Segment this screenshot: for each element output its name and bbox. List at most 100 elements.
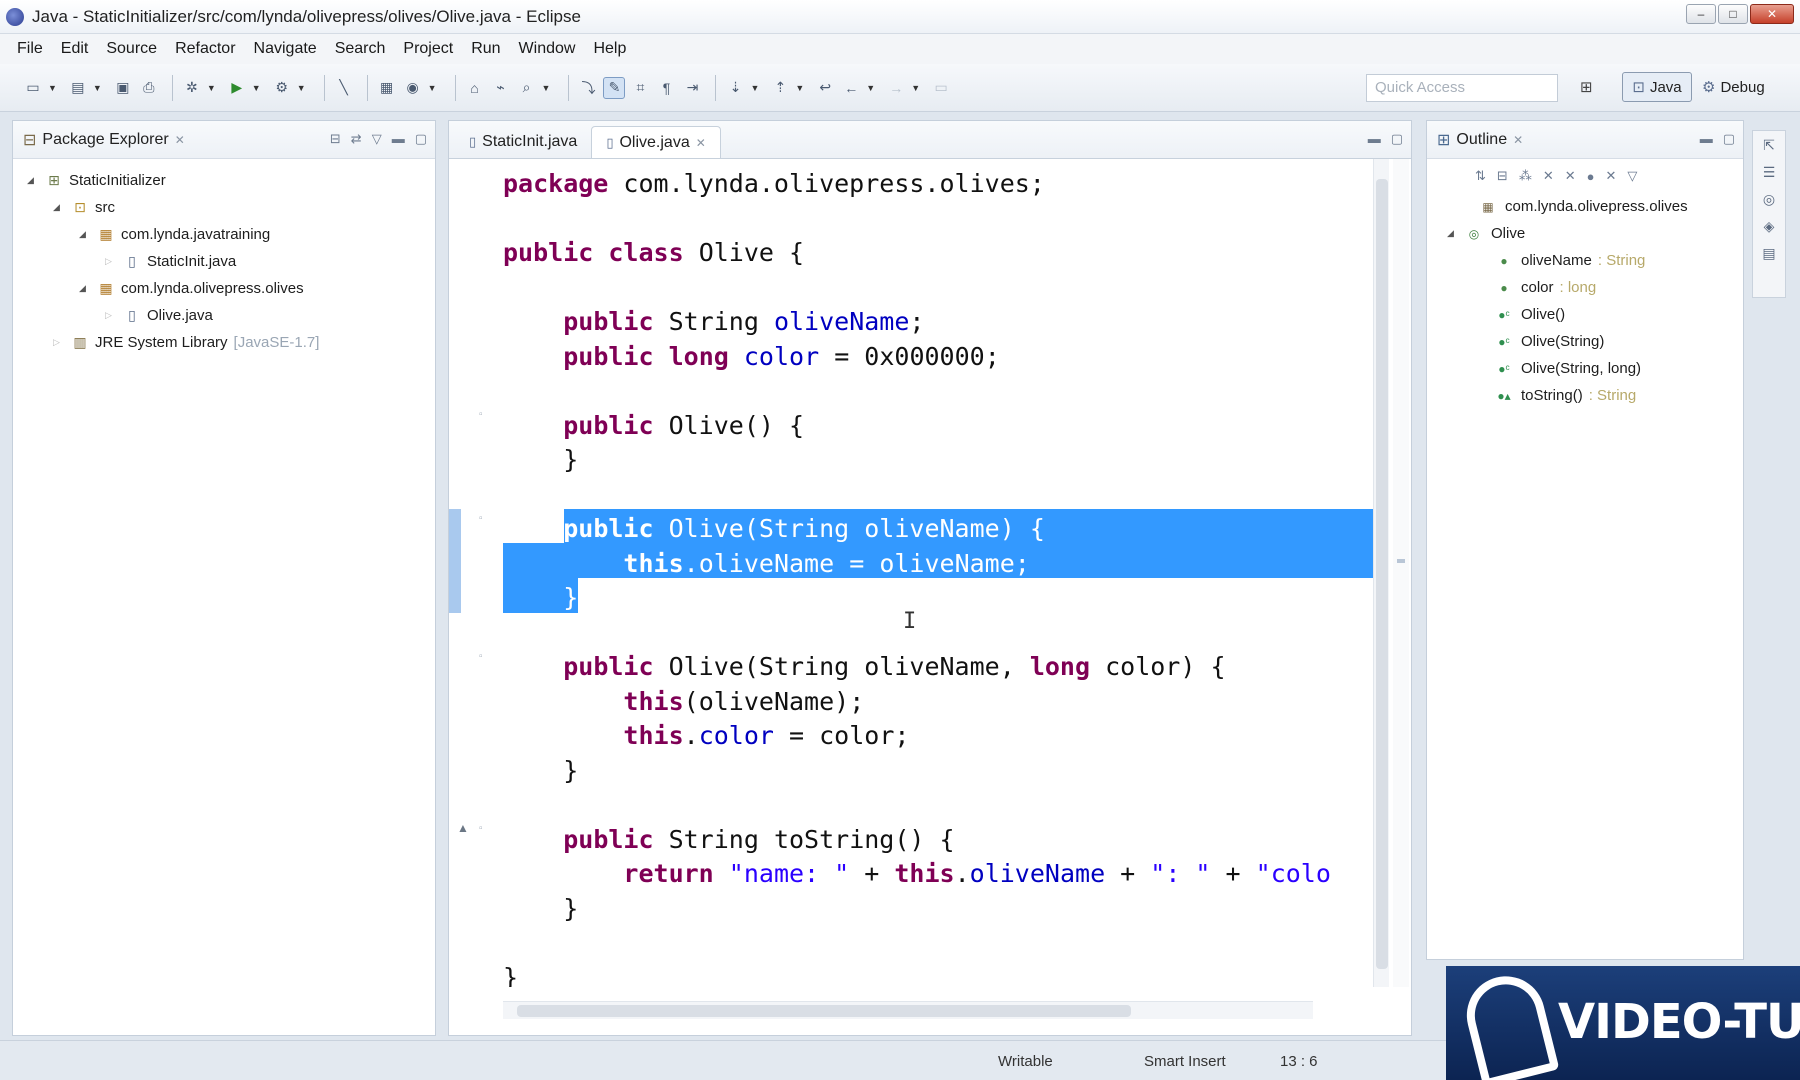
new-class-icon[interactable]: ◉	[402, 77, 424, 99]
menu-run[interactable]: Run	[462, 40, 509, 58]
collapse-all-icon[interactable]: ⊟	[1497, 168, 1508, 184]
link-with-editor-icon[interactable]: ⇄	[351, 131, 362, 147]
save-dropdown-icon[interactable]: ▼	[93, 83, 102, 93]
toggle-mark-icon[interactable]: ╲	[333, 77, 355, 99]
back-dropdown-icon[interactable]: ▼	[866, 83, 875, 93]
sort-icon[interactable]: ⇅	[1475, 168, 1486, 184]
debug-icon[interactable]: ✲	[181, 77, 203, 99]
menu-source[interactable]: Source	[97, 40, 166, 58]
close-view-icon[interactable]: ✕	[1513, 133, 1523, 147]
minimize-view-icon[interactable]: ▬	[1700, 131, 1713, 147]
tab-outline[interactable]: ⊞ Outline ✕	[1427, 121, 1533, 159]
collapse-all-icon[interactable]: ⊟	[330, 131, 341, 147]
menu-window[interactable]: Window	[510, 40, 585, 58]
close-button[interactable]: ✕	[1750, 4, 1794, 24]
collapse-arrow-icon[interactable]: ▷	[105, 256, 119, 267]
hide-local-types-icon[interactable]: ●	[1587, 169, 1595, 184]
scroll-thumb[interactable]	[517, 1005, 1131, 1017]
expand-arrow-icon[interactable]: ◢	[79, 283, 93, 294]
expand-arrow-icon[interactable]: ◢	[79, 229, 93, 240]
menu-edit[interactable]: Edit	[52, 40, 98, 58]
debug-dropdown-icon[interactable]: ▼	[207, 83, 216, 93]
prev-annotation-dropdown-icon[interactable]: ▼	[795, 83, 804, 93]
open-perspective-icon[interactable]: ⊞	[1580, 78, 1602, 100]
last-edit-icon[interactable]: ↩	[814, 77, 836, 99]
collapse-arrow-icon[interactable]: ▷	[53, 337, 67, 348]
scroll-thumb[interactable]	[1376, 179, 1388, 969]
outline-item-field[interactable]: ● color : long	[1427, 274, 1743, 301]
mark-occurrences-icon[interactable]: ✎	[603, 76, 626, 99]
toggle-breadcrumb-icon[interactable]: ⤵	[577, 77, 599, 99]
new-class-dropdown-icon[interactable]: ▼	[428, 83, 437, 93]
fold-icon[interactable]: ▫	[479, 409, 483, 420]
minimize-editor-icon[interactable]: ▬	[1368, 131, 1381, 147]
search-dropdown-icon[interactable]: ▼	[542, 83, 551, 93]
collapse-arrow-icon[interactable]: ▷	[105, 310, 119, 321]
code-editor[interactable]: ▫ ▫ ▫ ▫ ▲ package com.lynda.olivepress.o…	[449, 159, 1375, 987]
view-menu-icon[interactable]: ▽	[1627, 168, 1637, 184]
hide-nonpublic-icon[interactable]: ✕	[1565, 168, 1576, 184]
tab-staticinit-java[interactable]: ▯ StaticInit.java	[455, 126, 591, 158]
outline-item-class[interactable]: ◢ ◎ Olive	[1427, 220, 1743, 247]
tab-package-explorer[interactable]: ⊟ Package Explorer ✕	[13, 121, 195, 159]
overview-ruler[interactable]	[1393, 159, 1409, 987]
restore-icon[interactable]: ⇱	[1763, 137, 1775, 154]
quick-access-input[interactable]: Quick Access	[1366, 74, 1558, 102]
forward-icon[interactable]: →	[885, 77, 907, 99]
fold-icon[interactable]: ▫	[479, 823, 483, 834]
next-annotation-icon[interactable]: ⇣	[724, 77, 746, 99]
menu-search[interactable]: Search	[326, 40, 395, 58]
close-view-icon[interactable]: ✕	[175, 133, 185, 147]
show-whitespace-icon[interactable]: ¶	[655, 77, 677, 99]
maximize-button[interactable]: □	[1718, 4, 1748, 24]
tab-olive-java[interactable]: ▯ Olive.java ✕	[591, 126, 721, 158]
view-menu-icon[interactable]: ▽	[372, 131, 382, 147]
menu-navigate[interactable]: Navigate	[245, 40, 326, 58]
close-tab-icon[interactable]: ✕	[696, 136, 706, 150]
horizontal-scrollbar[interactable]	[503, 1001, 1313, 1019]
search-icon[interactable]: ⌕	[516, 77, 538, 99]
task-list-icon[interactable]: ☰	[1763, 164, 1776, 181]
outline-item-constructor[interactable]: ●ᶜ Olive(String, long)	[1427, 355, 1743, 382]
tree-item-project[interactable]: ◢ ⊞ StaticInitializer	[13, 167, 435, 194]
hide-fields-icon[interactable]: ⁂	[1519, 168, 1532, 184]
new-icon[interactable]: ▭	[22, 77, 44, 99]
external-tools-icon[interactable]: ⚙	[271, 77, 293, 99]
next-annotation-dropdown-icon[interactable]: ▼	[750, 83, 759, 93]
pin-editor-icon[interactable]: ▭	[930, 77, 952, 99]
outline-item-field[interactable]: ● oliveName : String	[1427, 247, 1743, 274]
print-icon[interactable]: ⎙	[138, 77, 160, 99]
fold-icon[interactable]: ▫	[479, 513, 483, 524]
connect-mylyn-icon[interactable]: ◎	[1763, 191, 1775, 208]
menu-refactor[interactable]: Refactor	[166, 40, 244, 58]
open-task-icon[interactable]: ⌁	[490, 77, 512, 99]
tree-item-package[interactable]: ◢ ▦ com.lynda.olivepress.olives	[13, 275, 435, 302]
tree-item-src[interactable]: ◢ ⊡ src	[13, 194, 435, 221]
outline-item-method[interactable]: ●▴ toString() : String	[1427, 382, 1743, 409]
outline-item-constructor[interactable]: ●ᶜ Olive()	[1427, 301, 1743, 328]
tree-item-file[interactable]: ▷ ▯ Olive.java	[13, 302, 435, 329]
word-wrap-icon[interactable]: ⇥	[681, 77, 703, 99]
new-dropdown-icon[interactable]: ▼	[48, 83, 57, 93]
forward-dropdown-icon[interactable]: ▼	[911, 83, 920, 93]
prev-annotation-icon[interactable]: ⇡	[769, 77, 791, 99]
fold-icon[interactable]: ▫	[479, 651, 483, 662]
override-marker-icon[interactable]: ▲	[457, 821, 469, 835]
external-tools-dropdown-icon[interactable]: ▼	[297, 83, 306, 93]
outline-item-package[interactable]: ▦ com.lynda.olivepress.olives	[1427, 193, 1743, 220]
hide-static-icon[interactable]: ✕	[1543, 168, 1554, 184]
expand-arrow-icon[interactable]: ◢	[27, 175, 41, 186]
debug-perspective-button[interactable]: ⚙ Debug	[1702, 72, 1765, 102]
tree-item-package[interactable]: ◢ ▦ com.lynda.javatraining	[13, 221, 435, 248]
outline-item-constructor[interactable]: ●ᶜ Olive(String)	[1427, 328, 1743, 355]
maximize-editor-icon[interactable]: ▢	[1391, 131, 1403, 147]
block-selection-icon[interactable]: ⌗	[629, 77, 651, 99]
back-icon[interactable]: ←	[840, 77, 862, 99]
save-icon[interactable]: ▤	[67, 77, 89, 99]
expand-arrow-icon[interactable]: ◢	[53, 202, 67, 213]
status-insert-mode[interactable]: Smart Insert	[1144, 1053, 1226, 1070]
minimize-view-icon[interactable]: ▬	[392, 131, 405, 147]
run-icon[interactable]: ▶	[226, 77, 248, 99]
minimize-button[interactable]: –	[1686, 4, 1716, 24]
menu-file[interactable]: File	[8, 40, 52, 58]
